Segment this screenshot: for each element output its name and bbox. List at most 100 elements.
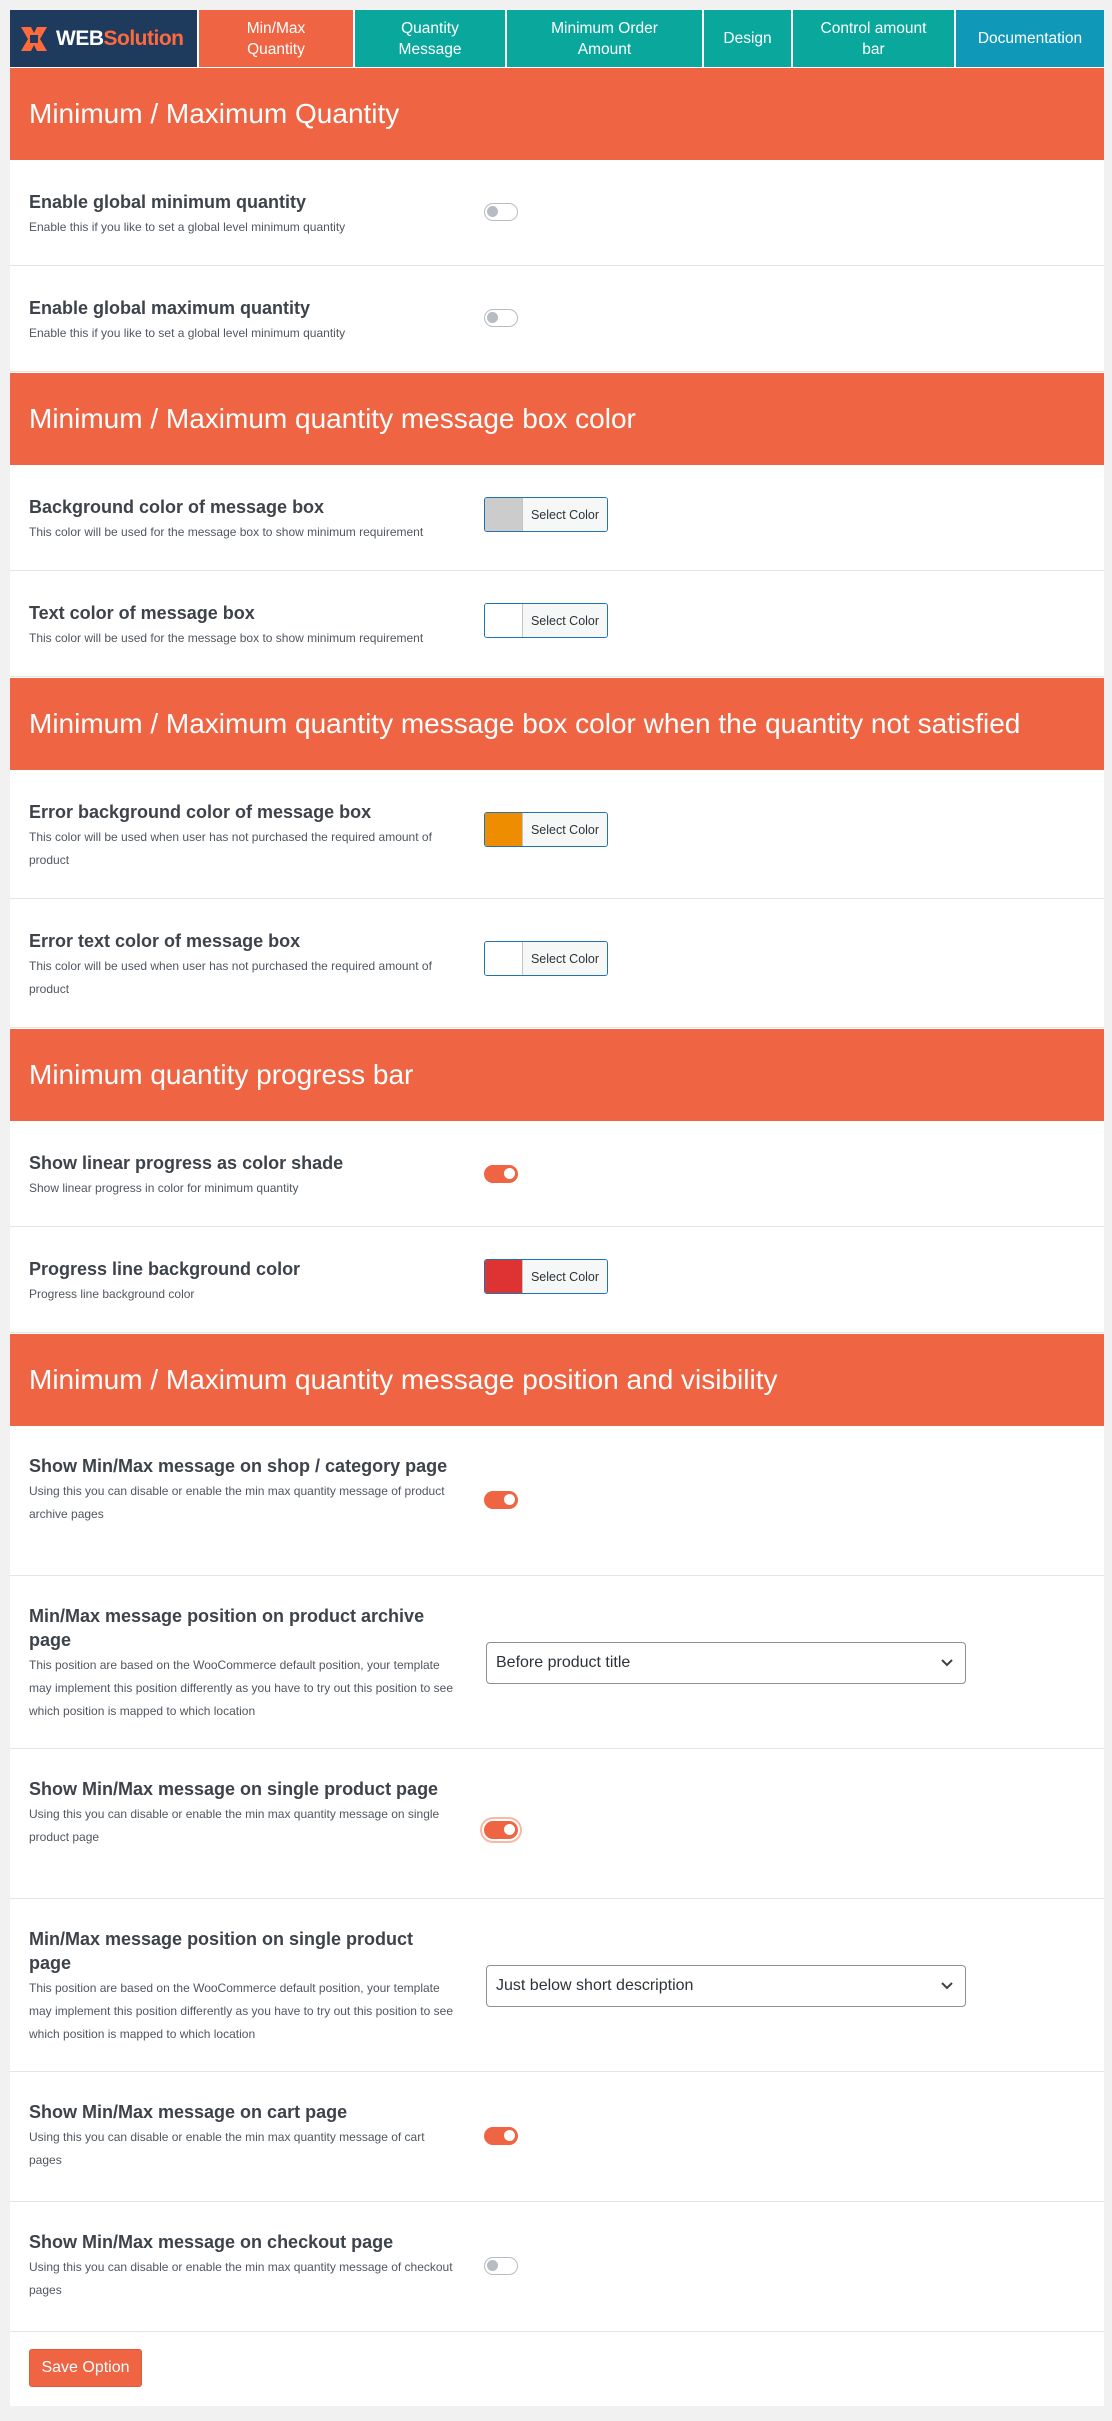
setting-row-global-min: Enable global minimum quantity Enable th… — [10, 160, 1104, 266]
setting-description: Enable this if you like to set a global … — [29, 326, 346, 340]
setting-title: Show Min/Max message on shop / category … — [29, 1456, 448, 1476]
cart-msg-toggle[interactable] — [484, 2127, 518, 2145]
select-value: Before product title — [496, 1654, 631, 1671]
color-swatch — [485, 813, 523, 846]
tab-documentation[interactable]: Documentation — [954, 10, 1104, 67]
tab-label: Control amount bar — [820, 19, 927, 58]
setting-label: Error background color of message box Th… — [29, 800, 459, 872]
toggle-knob — [504, 1494, 515, 1505]
setting-row-cart-msg: Show Min/Max message on cart page Using … — [10, 2072, 1104, 2202]
setting-row-archive-position: Min/Max message position on product arch… — [10, 1576, 1104, 1749]
color-swatch — [485, 942, 523, 975]
setting-label: Background color of message box This col… — [29, 495, 459, 544]
setting-label: Show linear progress as color shade Show… — [29, 1151, 459, 1200]
toggle-knob — [504, 2130, 515, 2141]
error-bg-color-picker[interactable]: Select Color — [484, 812, 608, 847]
single-position-select[interactable]: Just below short description — [486, 1965, 966, 2007]
toggle-knob — [504, 1824, 515, 1835]
setting-description: This color will be used for the message … — [29, 525, 424, 539]
shop-category-msg-toggle[interactable] — [484, 1491, 518, 1509]
setting-label: Show Min/Max message on checkout page Us… — [29, 2230, 459, 2302]
select-color-label: Select Color — [523, 1260, 607, 1293]
setting-description: Enable this if you like to set a global … — [29, 220, 346, 234]
toggle-knob — [487, 312, 498, 323]
progress-line-color-picker[interactable]: Select Color — [484, 1259, 608, 1294]
color-swatch — [485, 1260, 523, 1293]
setting-row-single-product-msg: Show Min/Max message on single product p… — [10, 1749, 1104, 1899]
top-nav: WEBSolution Min/Max Quantity Quantity Me… — [10, 10, 1104, 67]
setting-row-checkout-msg: Show Min/Max message on checkout page Us… — [10, 2202, 1104, 2332]
setting-label: Min/Max message position on product arch… — [29, 1604, 459, 1723]
section-heading-position-visibility: Minimum / Maximum quantity message posit… — [10, 1334, 1104, 1426]
single-product-msg-toggle[interactable] — [484, 1821, 518, 1839]
chevron-down-icon — [941, 1659, 953, 1667]
setting-row-bg-color: Background color of message box This col… — [10, 465, 1104, 571]
text-color-picker[interactable]: Select Color — [484, 603, 608, 638]
tab-control-amount-bar[interactable]: Control amount bar — [791, 10, 954, 67]
setting-row-error-bg-color: Error background color of message box Th… — [10, 770, 1104, 899]
setting-title: Enable global minimum quantity — [29, 192, 307, 212]
select-color-label: Select Color — [523, 498, 607, 531]
brand-logo: WEBSolution — [10, 10, 197, 67]
setting-label: Text color of message box This color wil… — [29, 601, 459, 650]
tab-design[interactable]: Design — [702, 10, 791, 67]
section-heading-message-box-color: Minimum / Maximum quantity message box c… — [10, 373, 1104, 465]
setting-row-global-max: Enable global maximum quantity Enable th… — [10, 266, 1104, 372]
setting-label: Show Min/Max message on single product p… — [29, 1777, 459, 1849]
settings-frame: WEBSolution Min/Max Quantity Quantity Me… — [10, 10, 1104, 2406]
setting-description: This position are based on the WooCommer… — [29, 1658, 453, 1718]
archive-position-select[interactable]: Before product title — [486, 1642, 966, 1684]
setting-row-shop-category-msg: Show Min/Max message on shop / category … — [10, 1426, 1104, 1576]
section-heading-min-max-quantity: Minimum / Maximum Quantity — [10, 68, 1104, 160]
setting-label: Show Min/Max message on shop / category … — [29, 1454, 459, 1526]
setting-description: Show linear progress in color for minimu… — [29, 1181, 299, 1195]
toggle-knob — [487, 2260, 498, 2271]
error-text-color-picker[interactable]: Select Color — [484, 941, 608, 976]
setting-description: This position are based on the WooCommer… — [29, 1981, 453, 2041]
logo-icon — [21, 26, 47, 51]
tab-label: Min/Max Quantity — [246, 19, 306, 58]
setting-row-error-text-color: Error text color of message box This col… — [10, 899, 1104, 1028]
global-max-toggle[interactable] — [484, 309, 518, 327]
setting-title: Background color of message box — [29, 497, 325, 517]
global-min-toggle[interactable] — [484, 203, 518, 221]
setting-label: Error text color of message box This col… — [29, 929, 459, 1001]
linear-progress-toggle[interactable] — [484, 1165, 518, 1183]
setting-title: Progress line background color — [29, 1259, 301, 1279]
select-color-label: Select Color — [523, 604, 607, 637]
tab-minimum-order-amount[interactable]: Minimum Order Amount — [505, 10, 702, 67]
toggle-knob — [487, 206, 498, 217]
save-area: Save Option — [10, 2332, 1104, 2406]
setting-title: Show Min/Max message on cart page — [29, 2102, 348, 2122]
color-swatch — [485, 604, 523, 637]
setting-description: This color will be used when user has no… — [29, 959, 432, 996]
checkout-msg-toggle[interactable] — [484, 2257, 518, 2275]
setting-row-single-position: Min/Max message position on single produ… — [10, 1899, 1104, 2072]
select-color-label: Select Color — [523, 813, 607, 846]
brand-word-solution: Solution — [103, 26, 184, 50]
setting-title: Error background color of message box — [29, 802, 372, 822]
setting-row-linear-progress: Show linear progress as color shade Show… — [10, 1121, 1104, 1227]
section-heading-error-color: Minimum / Maximum quantity message box c… — [10, 678, 1104, 770]
bg-color-picker[interactable]: Select Color — [484, 497, 608, 532]
setting-description: Using this you can disable or enable the… — [29, 1807, 440, 1844]
tab-quantity-message[interactable]: Quantity Message — [353, 10, 505, 67]
tab-min-max-quantity[interactable]: Min/Max Quantity — [197, 10, 353, 67]
setting-description: Using this you can disable or enable the… — [29, 2130, 425, 2167]
setting-title: Show Min/Max message on checkout page — [29, 2232, 394, 2252]
setting-title: Min/Max message position on product arch… — [29, 1606, 425, 1650]
brand-word-web: WEB — [56, 26, 104, 50]
setting-label: Enable global maximum quantity Enable th… — [29, 296, 459, 345]
setting-title: Show Min/Max message on single product p… — [29, 1779, 439, 1799]
setting-title: Error text color of message box — [29, 931, 301, 951]
color-swatch — [485, 498, 523, 531]
setting-title: Enable global maximum quantity — [29, 298, 311, 318]
setting-description: This color will be used for the message … — [29, 631, 424, 645]
setting-description: Progress line background color — [29, 1287, 195, 1301]
setting-description: This color will be used when user has no… — [29, 830, 432, 867]
select-color-label: Select Color — [523, 942, 607, 975]
save-option-button[interactable]: Save Option — [29, 2349, 142, 2387]
setting-title: Min/Max message position on single produ… — [29, 1929, 414, 1973]
setting-label: Show Min/Max message on cart page Using … — [29, 2100, 459, 2172]
setting-label: Min/Max message position on single produ… — [29, 1927, 459, 2046]
